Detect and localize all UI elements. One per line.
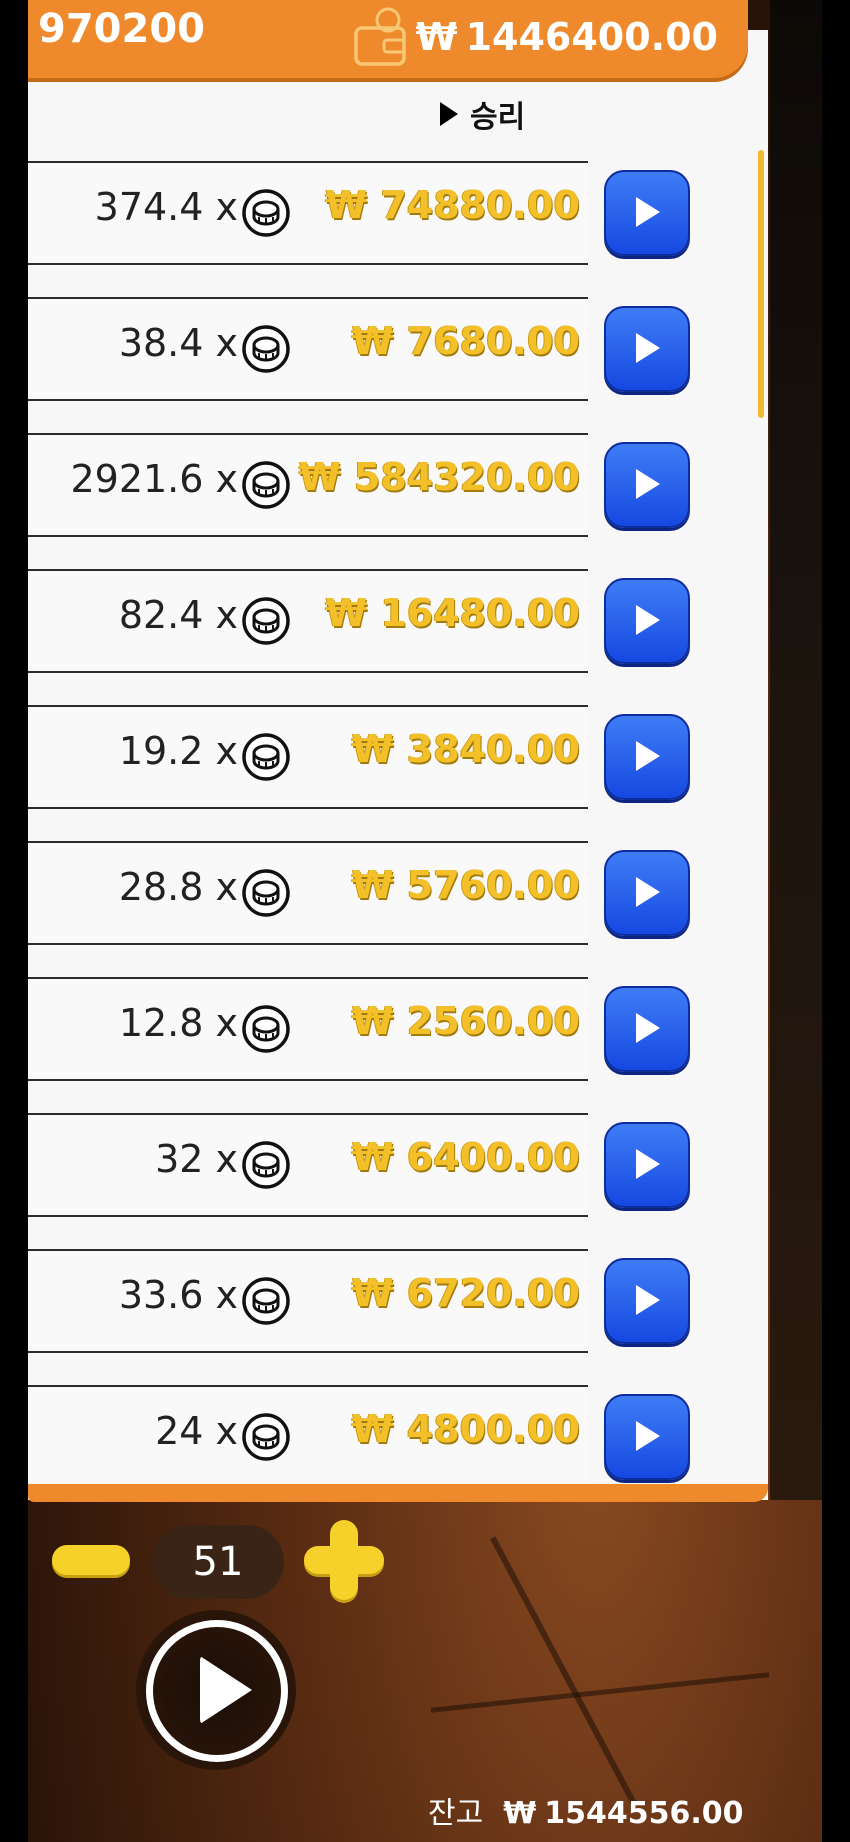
coin-icon <box>242 869 290 917</box>
replay-button[interactable] <box>604 986 690 1072</box>
history-row: 38.4 x ₩ 7680.00 <box>28 297 588 401</box>
balance-display: 잔고 ₩ 1544556.00 <box>428 1788 744 1832</box>
wallet-currency: ₩ <box>415 15 458 59</box>
bet-total-value: 970200 <box>38 6 205 52</box>
replay-button[interactable] <box>604 714 690 800</box>
decrease-button[interactable] <box>52 1545 130 1575</box>
pavement-crack <box>430 1672 770 1713</box>
play-icon <box>636 1013 660 1043</box>
history-row: 82.4 x ₩ 16480.00 <box>28 569 588 673</box>
play-icon <box>200 1656 252 1724</box>
multiplier-value: 28.8 x <box>118 865 238 909</box>
play-icon <box>636 741 660 771</box>
multiplier-value: 38.4 x <box>118 321 238 365</box>
panel-bottom-border <box>28 1484 768 1502</box>
win-amount: ₩ 74880.00 <box>325 183 580 227</box>
win-amount: ₩ 6400.00 <box>351 1135 580 1179</box>
top-bar: 970200 ₩ 1446400.00 <box>28 0 748 78</box>
multiplier-value: 2921.6 x <box>70 457 238 501</box>
coin-icon <box>242 189 290 237</box>
replay-button[interactable] <box>604 850 690 936</box>
play-icon <box>636 1285 660 1315</box>
coin-icon <box>242 461 290 509</box>
coin-icon <box>242 597 290 645</box>
history-row: 2921.6 x ₩ 584320.00 <box>28 433 588 537</box>
wallet-value: 1446400.00 <box>465 15 718 59</box>
play-icon <box>636 1421 660 1451</box>
wallet-icon <box>353 7 406 66</box>
win-column-label: 승리 <box>470 100 526 135</box>
history-row: 374.4 x ₩ 74880.00 <box>28 161 588 265</box>
win-amount: ₩ 5760.00 <box>351 863 580 907</box>
history-row: 33.6 x ₩ 6720.00 <box>28 1249 588 1353</box>
win-amount: ₩ 7680.00 <box>351 319 580 363</box>
balance-label: 잔고 <box>428 1796 484 1831</box>
multiplier-value: 374.4 x <box>94 185 238 229</box>
win-amount: ₩ 2560.00 <box>351 999 580 1043</box>
balance-value: 1544556.00 <box>544 1796 744 1831</box>
multiplier-value: 24 x <box>155 1409 238 1453</box>
win-amount: ₩ 6720.00 <box>351 1271 580 1315</box>
pavement-crack <box>489 1536 637 1804</box>
history-row: 28.8 x ₩ 5760.00 <box>28 841 588 945</box>
replay-button[interactable] <box>604 1258 690 1344</box>
replay-button[interactable] <box>604 1122 690 1208</box>
coin-icon <box>242 1141 290 1189</box>
coin-icon <box>242 1413 290 1461</box>
replay-button[interactable] <box>604 1394 690 1480</box>
plus-icon <box>330 1520 358 1600</box>
round-counter: 51 <box>152 1525 284 1599</box>
win-column-header[interactable]: 승리 <box>440 92 525 136</box>
left-letterbox <box>0 0 28 1842</box>
balance-currency: ₩ <box>503 1796 537 1831</box>
multiplier-value: 33.6 x <box>118 1273 238 1317</box>
replay-button[interactable] <box>604 306 690 392</box>
win-amount: ₩ 4800.00 <box>351 1407 580 1451</box>
play-icon <box>636 469 660 499</box>
win-amount: ₩ 16480.00 <box>325 591 580 635</box>
coin-icon <box>242 733 290 781</box>
replay-button[interactable] <box>604 578 690 664</box>
replay-button[interactable] <box>604 170 690 256</box>
game-screen: 970200 ₩ 1446400.00 승리 374.4 x ₩ 74880.00… <box>0 0 850 1842</box>
right-letterbox <box>822 0 850 1842</box>
multiplier-value: 19.2 x <box>118 729 238 773</box>
play-icon <box>636 197 660 227</box>
history-row: 32 x ₩ 6400.00 <box>28 1113 588 1217</box>
win-amount: ₩ 584320.00 <box>298 455 580 499</box>
play-icon <box>636 1149 660 1179</box>
coin-icon <box>242 1005 290 1053</box>
history-row: 24 x ₩ 4800.00 <box>28 1385 588 1489</box>
replay-button[interactable] <box>604 442 690 528</box>
win-amount: ₩ 3840.00 <box>351 727 580 771</box>
multiplier-value: 32 x <box>155 1137 238 1181</box>
coin-icon <box>242 325 290 373</box>
scrollbar[interactable] <box>758 150 764 418</box>
coin-icon <box>242 1277 290 1325</box>
play-triangle-icon <box>440 102 458 126</box>
multiplier-value: 12.8 x <box>118 1001 238 1045</box>
multiplier-value: 82.4 x <box>118 593 238 637</box>
play-icon <box>636 333 660 363</box>
history-row: 19.2 x ₩ 3840.00 <box>28 705 588 809</box>
play-icon <box>636 877 660 907</box>
increase-button[interactable] <box>304 1520 384 1600</box>
play-icon <box>636 605 660 635</box>
spin-button[interactable] <box>136 1610 296 1770</box>
wallet-display: ₩ 1446400.00 <box>352 6 718 68</box>
history-row: 12.8 x ₩ 2560.00 <box>28 977 588 1081</box>
